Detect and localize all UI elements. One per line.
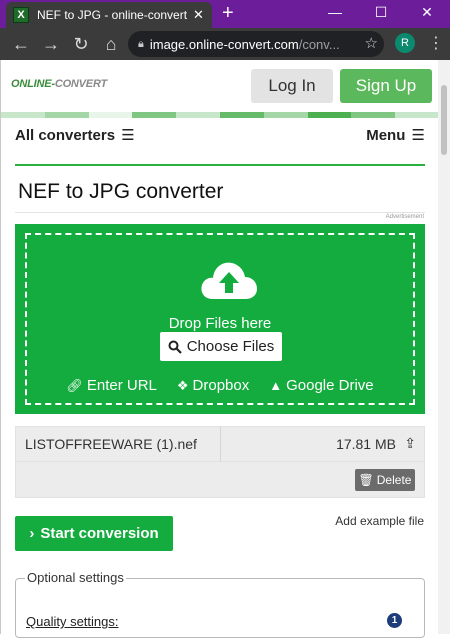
login-button[interactable]: Log In (251, 69, 333, 103)
info-icon[interactable]: 1 (387, 613, 402, 628)
favicon-icon: X (13, 7, 29, 23)
file-actions-row: 🗑︎ Delete (15, 462, 425, 498)
bookmark-star-icon[interactable]: ☆ (365, 34, 378, 52)
logo-text-left: ONLINE- (11, 78, 55, 90)
optional-settings: Optional settings Quality settings: 1 (15, 570, 425, 638)
enter-url-link[interactable]: 🔗︎ Enter URL (66, 377, 157, 394)
google-drive-link[interactable]: ▲ Google Drive (269, 377, 373, 394)
divider (15, 212, 425, 213)
all-converters-menu[interactable]: All converters ☰ (15, 126, 135, 144)
delete-button[interactable]: 🗑︎ Delete (355, 469, 415, 491)
page-content: ONLINE-CONVERT Log In Sign Up All conver… (0, 60, 439, 638)
main-menu[interactable]: Menu ☰ (366, 126, 425, 144)
address-bar[interactable]: 🔒︎ image.online-convert.com /conv... ☆ (128, 31, 384, 57)
choose-files-label: Choose Files (186, 338, 275, 355)
start-conversion-button[interactable]: › Start conversion (15, 516, 173, 551)
upload-complete-icon: ⇪ (404, 435, 416, 451)
page-title: NEF to JPG converter (18, 180, 224, 203)
search-icon (168, 340, 182, 354)
back-icon[interactable]: ← (6, 34, 36, 55)
site-logo[interactable]: ONLINE-CONVERT (11, 78, 107, 90)
scrollbar-thumb[interactable] (441, 85, 447, 155)
google-drive-label: Google Drive (286, 377, 374, 394)
dropbox-link[interactable]: ❖ Dropbox (177, 377, 249, 394)
browser-menu-icon[interactable]: ⋮ (428, 33, 444, 53)
divider (15, 164, 425, 166)
home-icon[interactable]: ⌂ (96, 34, 126, 55)
browser-tab-strip: X NEF to JPG - online-convert.co ✕ + — ☐… (0, 0, 450, 28)
hamburger-icon: ☰ (411, 127, 425, 144)
advertisement-label: Advertisement (385, 214, 424, 220)
new-tab-button[interactable]: + (222, 2, 234, 25)
uploaded-file-row: LISTOFFREEWARE (1).nef 17.81 MB ⇪ (15, 426, 425, 463)
file-size: 17.81 MB (336, 436, 396, 452)
file-dropzone[interactable]: Drop Files here Choose Files 🔗︎ Enter UR… (15, 224, 425, 414)
google-drive-icon: ▲ (269, 378, 283, 393)
converter-nav: All converters ☰ Menu ☰ (15, 124, 425, 148)
quality-settings-link[interactable]: Quality settings: (26, 614, 119, 629)
forward-icon[interactable]: → (36, 34, 66, 55)
window-close-icon[interactable]: ✕ (404, 0, 450, 24)
drop-files-text: Drop Files here (168, 315, 272, 332)
menu-label: Menu (366, 127, 406, 144)
maximize-icon[interactable]: ☐ (358, 0, 404, 24)
tab-close-icon[interactable]: ✕ (193, 7, 204, 23)
upload-sources: 🔗︎ Enter URL ❖ Dropbox ▲ Google Drive (27, 377, 413, 394)
dropbox-icon: ❖ (176, 377, 189, 393)
optional-settings-legend: Optional settings (25, 570, 126, 585)
link-icon: 🔗︎ (66, 377, 83, 393)
all-converters-label: All converters (15, 127, 116, 144)
dropbox-label: Dropbox (192, 377, 250, 394)
divider (220, 427, 221, 463)
add-example-file-link[interactable]: Add example file (335, 514, 424, 528)
lock-icon: 🔒︎ (138, 37, 144, 50)
minimize-icon[interactable]: — (312, 0, 358, 24)
reload-icon[interactable]: ↻ (66, 34, 96, 55)
profile-avatar[interactable]: R (395, 33, 415, 53)
logo-text-mid: CONVERT (54, 78, 108, 90)
header-stripe (1, 112, 439, 118)
tab-title: NEF to JPG - online-convert.co (37, 8, 187, 22)
trash-icon: 🗑︎ (358, 473, 374, 487)
choose-files-button[interactable]: Choose Files (160, 332, 282, 361)
url-path: /conv... (298, 36, 340, 52)
hamburger-icon: ☰ (121, 127, 135, 144)
file-name: LISTOFFREEWARE (1).nef (25, 436, 197, 452)
chevron-right-icon: › (29, 525, 35, 542)
browser-tab[interactable]: X NEF to JPG - online-convert.co ✕ (6, 2, 212, 28)
site-header: ONLINE-CONVERT Log In Sign Up (1, 60, 439, 112)
browser-toolbar: ← → ↻ ⌂ 🔒︎ image.online-convert.com /con… (0, 28, 450, 60)
url-host: image.online-convert.com (149, 36, 299, 52)
start-conversion-label: Start conversion (40, 525, 159, 542)
signup-button[interactable]: Sign Up (340, 69, 432, 103)
delete-label: Delete (376, 473, 412, 487)
dropzone-border: Drop Files here Choose Files 🔗︎ Enter UR… (25, 233, 415, 405)
cloud-upload-icon (201, 262, 257, 299)
enter-url-label: Enter URL (86, 377, 157, 394)
